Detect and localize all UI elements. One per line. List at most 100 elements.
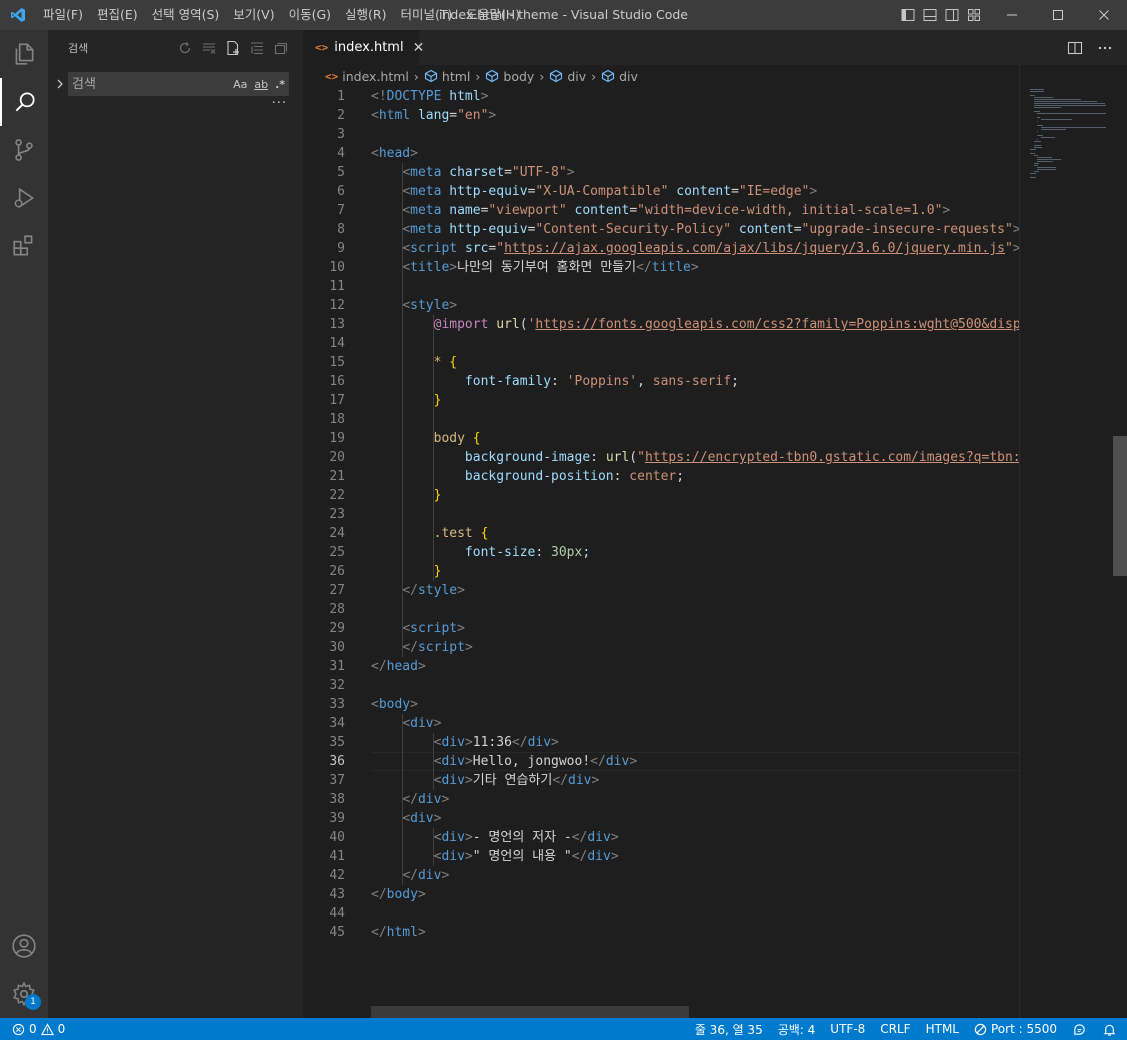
breadcrumb-div-inner[interactable]: div: [601, 69, 638, 84]
code-line[interactable]: </div>: [371, 790, 449, 809]
menu-go[interactable]: 이동(G): [282, 0, 338, 30]
code-line[interactable]: body {: [371, 429, 481, 448]
minimize-button[interactable]: [989, 0, 1035, 30]
menu-file[interactable]: 파일(F): [36, 0, 90, 30]
code-line[interactable]: <div>Hello, jongwoo!</div>: [371, 752, 638, 771]
minimap-line: [1033, 99, 1082, 100]
breadcrumb-body[interactable]: body: [485, 69, 534, 84]
code-line[interactable]: background-position: center;: [371, 467, 684, 486]
menu-help[interactable]: 도움말(H): [459, 0, 527, 30]
source-control-button[interactable]: [0, 126, 48, 174]
customize-layout-icon[interactable]: [966, 7, 982, 23]
extensions-button[interactable]: [0, 222, 48, 270]
code-line[interactable]: <div>" 명언의 내용 "</div>: [371, 847, 619, 866]
code-line[interactable]: * {: [371, 353, 457, 372]
code-line[interactable]: <meta http-equiv="X-UA-Compatible" conte…: [371, 182, 817, 201]
clear-results-icon[interactable]: [201, 40, 217, 56]
indentation[interactable]: 공백: 4: [778, 1021, 816, 1038]
code-line[interactable]: <meta http-equiv="Content-Security-Polic…: [371, 220, 1019, 239]
code-editor[interactable]: 1 <!DOCTYPE html> 2 <html lang="en"> 3 4 <head…: [303, 87, 1019, 1018]
match-whole-word-toggle[interactable]: ab: [254, 78, 268, 91]
code-line[interactable]: <div>- 명언의 저자 -</div>: [371, 828, 619, 847]
toggle-search-details-button[interactable]: ···: [272, 96, 287, 111]
split-editor-icon[interactable]: [1067, 40, 1083, 56]
code-line[interactable]: <div>: [371, 809, 441, 828]
tab-close-icon[interactable]: ✕: [413, 40, 425, 56]
minimap[interactable]: [1019, 65, 1127, 1018]
breadcrumb-file[interactable]: <> index.html: [325, 69, 409, 84]
view-as-tree-icon[interactable]: [273, 40, 289, 56]
toggle-secondary-sidebar-icon[interactable]: [944, 7, 960, 23]
code-line[interactable]: <script>: [371, 619, 465, 638]
horizontal-scrollbar[interactable]: [371, 1006, 689, 1018]
code-line[interactable]: <body>: [371, 695, 418, 714]
code-line[interactable]: font-family: 'Poppins', sans-serif;: [371, 372, 739, 391]
encoding[interactable]: UTF-8: [830, 1022, 865, 1036]
explorer-button[interactable]: [0, 30, 48, 78]
notifications-bell-icon[interactable]: [1102, 1022, 1117, 1037]
code-line[interactable]: <head>: [371, 144, 418, 163]
code-line[interactable]: <title>나만의 동기부여 홈화면 만들기</title>: [371, 258, 698, 277]
problems-status[interactable]: 0 0: [12, 1018, 65, 1040]
code-line[interactable]: <style>: [371, 296, 457, 315]
vertical-scrollbar[interactable]: [1113, 436, 1127, 576]
code-line[interactable]: font-size: 30px;: [371, 543, 590, 562]
code-line[interactable]: <meta name="viewport" content="width=dev…: [371, 201, 950, 220]
error-icon: [12, 1023, 25, 1035]
minimap-line: [1037, 169, 1057, 170]
code-line[interactable]: </head>: [371, 657, 426, 676]
minimap-line: [1030, 153, 1036, 154]
menu-run[interactable]: 실행(R): [338, 0, 393, 30]
code-line[interactable]: <script src="https://ajax.googleapis.com…: [371, 239, 1019, 258]
code-line[interactable]: <meta charset="UTF-8">: [371, 163, 574, 182]
minimap-line: [1033, 147, 1042, 148]
use-regex-toggle[interactable]: .*: [275, 78, 285, 91]
code-line[interactable]: </style>: [371, 581, 465, 600]
code-line[interactable]: <!DOCTYPE html>: [371, 87, 488, 106]
code-line[interactable]: }: [371, 391, 442, 410]
cursor-position[interactable]: 줄 36, 열 35: [695, 1021, 763, 1038]
menu-view[interactable]: 보기(V): [226, 0, 281, 30]
maximize-button[interactable]: [1035, 0, 1081, 30]
code-line[interactable]: </script>: [371, 638, 472, 657]
code-line[interactable]: <html lang="en">: [371, 106, 496, 125]
new-search-editor-icon[interactable]: [225, 40, 241, 56]
line-number: 4: [337, 146, 345, 161]
live-server-port[interactable]: Port : 5500: [974, 1022, 1057, 1036]
breadcrumb-html[interactable]: html: [424, 69, 470, 84]
toggle-panel-icon[interactable]: [922, 7, 938, 23]
end-of-line[interactable]: CRLF: [880, 1022, 910, 1036]
code-line[interactable]: <div>기타 연습하기</div>: [371, 771, 600, 790]
code-line[interactable]: </body>: [371, 885, 426, 904]
match-case-toggle[interactable]: Aa: [233, 78, 247, 91]
menu-terminal[interactable]: 터미널(T): [394, 0, 460, 30]
menu-edit[interactable]: 편집(E): [90, 0, 145, 30]
manage-button[interactable]: 1: [0, 970, 48, 1018]
code-line[interactable]: </div>: [371, 866, 449, 885]
code-line[interactable]: </html>: [371, 923, 426, 942]
breadcrumb-div[interactable]: div: [549, 69, 586, 84]
code-line[interactable]: @import url('https://fonts.googleapis.co…: [371, 315, 1019, 334]
html-file-icon: <>: [315, 41, 329, 54]
search-input[interactable]: [68, 72, 218, 96]
language-mode[interactable]: HTML: [926, 1022, 959, 1036]
code-line[interactable]: <div>: [371, 714, 441, 733]
search-view-button[interactable]: [0, 78, 48, 126]
code-line[interactable]: .test {: [371, 524, 489, 543]
run-debug-button[interactable]: [0, 174, 48, 222]
accounts-button[interactable]: [0, 922, 48, 970]
refresh-icon[interactable]: [177, 40, 193, 56]
collapse-all-icon[interactable]: [249, 40, 265, 56]
code-line[interactable]: }: [371, 486, 442, 505]
toggle-primary-sidebar-icon[interactable]: [900, 7, 916, 23]
toggle-replace-chevron-icon[interactable]: [54, 78, 66, 90]
menu-selection[interactable]: 선택 영역(S): [145, 0, 227, 30]
code-line[interactable]: }: [371, 562, 442, 581]
feedback-icon[interactable]: [1072, 1022, 1087, 1037]
minimap-line: [1037, 159, 1061, 160]
tab-index-html[interactable]: <> index.html ✕: [303, 30, 424, 65]
code-line[interactable]: <div>11:36</div>: [371, 733, 559, 752]
code-line[interactable]: background-image: url("https://encrypted…: [371, 448, 1019, 467]
close-window-button[interactable]: [1081, 0, 1127, 30]
more-actions-icon[interactable]: [1097, 40, 1113, 56]
